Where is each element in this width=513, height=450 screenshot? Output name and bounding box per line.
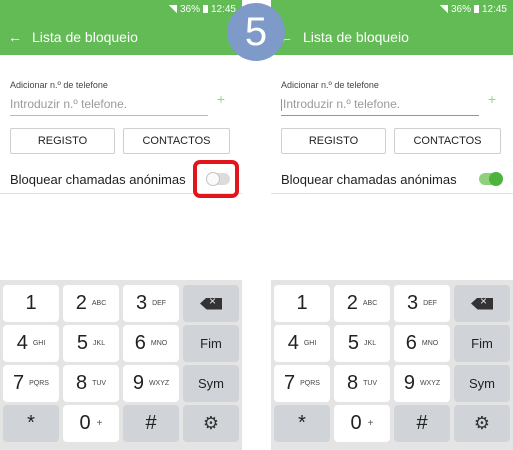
key-0[interactable]: 0 + <box>334 405 390 442</box>
signal-icon <box>439 5 448 13</box>
key-3[interactable]: 3 DEF <box>394 285 450 322</box>
page-title: Lista de bloqueio <box>303 28 409 45</box>
gear-icon: ⚙ <box>202 413 220 433</box>
backspace-icon <box>200 297 222 310</box>
phone-number-input[interactable]: Introduzir n.º telefone. <box>10 94 208 116</box>
clock: 12:45 <box>481 3 507 15</box>
numeric-keyboard: 1 2ABC 3DEF 4GHI 5JKL 6MNO Fim 7PQRS 8TU… <box>0 280 242 450</box>
phone-screen-before: 36% 12:45 ← Lista de bloqueio Adicionar … <box>0 0 242 450</box>
block-anonymous-label: Bloquear chamadas anónimas <box>10 172 186 187</box>
battery-percent: 36% <box>450 3 471 15</box>
battery-icon <box>473 5 479 13</box>
backspace-key[interactable] <box>183 285 239 322</box>
key-star[interactable]: * <box>3 405 59 442</box>
key-8[interactable]: 8 TUV <box>63 365 119 402</box>
add-number-label: Adicionar n.º de telefone <box>10 80 108 90</box>
key-4[interactable]: 4 GHI <box>3 325 59 362</box>
key-6[interactable]: 6 MNO <box>123 325 179 362</box>
fim-key[interactable]: Fim <box>454 325 510 362</box>
battery-icon <box>202 5 208 13</box>
block-anonymous-row[interactable]: Bloquear chamadas anónimas <box>271 166 513 194</box>
add-number-label: Adicionar n.º de telefone <box>281 80 379 90</box>
add-plus-icon[interactable]: + <box>214 92 228 106</box>
step-number-badge: 5 <box>227 3 285 61</box>
key-5[interactable]: 5 JKL <box>334 325 390 362</box>
key-6[interactable]: 6 MNO <box>394 325 450 362</box>
add-plus-icon[interactable]: + <box>485 92 499 106</box>
key-1[interactable]: 1 <box>274 285 330 322</box>
signal-icon <box>168 5 177 13</box>
block-anonymous-label: Bloquear chamadas anónimas <box>281 172 457 187</box>
text-cursor <box>281 98 282 111</box>
contactos-button[interactable]: CONTACTOS <box>123 128 230 154</box>
contactos-button[interactable]: CONTACTOS <box>394 128 501 154</box>
key-3[interactable]: 3 DEF <box>123 285 179 322</box>
numeric-keyboard: 1 2ABC 3DEF 4GHI 5JKL 6MNO Fim 7PQRS 8TU… <box>271 280 513 450</box>
page-title: Lista de bloqueio <box>32 28 138 45</box>
key-5[interactable]: 5 JKL <box>63 325 119 362</box>
key-7[interactable]: 7 PQRS <box>274 365 330 402</box>
highlight-box <box>193 160 239 198</box>
sym-key[interactable]: Sym <box>454 365 510 402</box>
key-4[interactable]: 4 GHI <box>274 325 330 362</box>
sym-key[interactable]: Sym <box>183 365 239 402</box>
key-7[interactable]: 7 PQRS <box>3 365 59 402</box>
key-9[interactable]: 9 WXYZ <box>394 365 450 402</box>
registo-button[interactable]: REGISTO <box>281 128 386 154</box>
fim-key[interactable]: Fim <box>183 325 239 362</box>
key-2[interactable]: 2 ABC <box>63 285 119 322</box>
key-2[interactable]: 2 ABC <box>334 285 390 322</box>
gear-icon: ⚙ <box>473 413 491 433</box>
settings-key[interactable]: ⚙ <box>183 405 239 442</box>
key-1[interactable]: 1 <box>3 285 59 322</box>
key-hash[interactable]: # <box>123 405 179 442</box>
key-hash[interactable]: # <box>394 405 450 442</box>
key-star[interactable]: * <box>274 405 330 442</box>
back-arrow-icon[interactable]: ← <box>8 29 24 45</box>
block-anonymous-toggle[interactable] <box>479 172 503 186</box>
backspace-key[interactable] <box>454 285 510 322</box>
toggle-knob <box>489 172 503 186</box>
key-0[interactable]: 0 + <box>63 405 119 442</box>
backspace-icon <box>471 297 493 310</box>
battery-percent: 36% <box>179 3 200 15</box>
key-9[interactable]: 9 WXYZ <box>123 365 179 402</box>
phone-screen-after: 36% 12:45 ← Lista de bloqueio Adicionar … <box>271 0 513 450</box>
settings-key[interactable]: ⚙ <box>454 405 510 442</box>
registo-button[interactable]: REGISTO <box>10 128 115 154</box>
clock: 12:45 <box>210 3 236 15</box>
phone-number-input[interactable]: Introduzir n.º telefone. <box>281 94 479 116</box>
key-8[interactable]: 8 TUV <box>334 365 390 402</box>
